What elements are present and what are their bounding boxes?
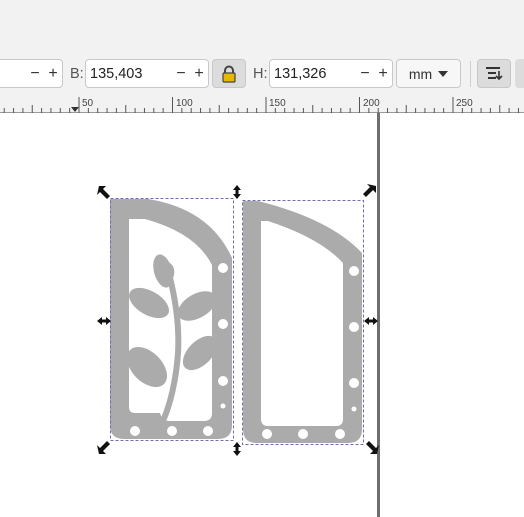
ruler-position-marker <box>71 107 79 112</box>
drawing-content[interactable] <box>0 113 524 517</box>
handle-bottom-middle[interactable] <box>233 442 241 456</box>
y-decrement-button[interactable]: − <box>26 60 44 87</box>
handle-left-middle[interactable] <box>97 317 111 325</box>
y-position-stepper[interactable]: − + <box>0 59 63 88</box>
ruler-ticks: 50 100 150 200 250 <box>3 97 519 113</box>
ruler-label-150: 150 <box>269 98 286 109</box>
lock-ratio-button[interactable] <box>212 59 246 88</box>
width-decrement-button[interactable]: − <box>172 60 190 87</box>
align-objects-icon <box>486 66 503 80</box>
y-increment-button[interactable]: + <box>44 60 62 87</box>
handle-top-left[interactable] <box>97 186 110 199</box>
height-stepper[interactable]: 131,326 − + <box>269 59 393 88</box>
unit-dropdown[interactable]: mm <box>396 59 461 88</box>
width-increment-button[interactable]: + <box>190 60 208 87</box>
height-increment-button[interactable]: + <box>374 60 392 87</box>
left-panel-shape[interactable] <box>110 199 232 439</box>
drawing-canvas[interactable] <box>0 113 524 517</box>
height-value[interactable]: 131,326 <box>270 66 356 82</box>
handle-bottom-right[interactable] <box>366 441 379 454</box>
unit-label: mm <box>408 65 433 82</box>
chevron-down-icon <box>438 70 449 77</box>
ruler-label-50: 50 <box>82 98 94 109</box>
handle-right-middle[interactable] <box>364 317 378 325</box>
ruler-label-250: 250 <box>456 98 473 109</box>
lock-icon <box>222 65 236 83</box>
handle-top-middle[interactable] <box>233 185 241 199</box>
handle-top-right[interactable] <box>363 184 376 197</box>
height-decrement-button[interactable]: − <box>356 60 374 87</box>
ruler-label-200: 200 <box>363 98 380 109</box>
tool-controls-bar: − + B: 135,403 − + H: 131,326 − + mm <box>0 53 524 95</box>
toolbar-separator <box>470 61 471 87</box>
next-toolbar-button[interactable] <box>515 59 524 88</box>
align-objects-button[interactable] <box>477 59 511 88</box>
handle-bottom-left[interactable] <box>97 441 110 454</box>
horizontal-ruler[interactable]: 50 100 150 200 250 <box>0 95 524 113</box>
width-value[interactable]: 135,403 <box>86 66 172 82</box>
height-label: H: <box>253 66 268 82</box>
right-panel-shape[interactable] <box>243 201 362 443</box>
width-label: B: <box>70 66 84 82</box>
ruler-label-100: 100 <box>176 98 193 109</box>
top-panel <box>0 0 524 54</box>
width-stepper[interactable]: 135,403 − + <box>85 59 209 88</box>
